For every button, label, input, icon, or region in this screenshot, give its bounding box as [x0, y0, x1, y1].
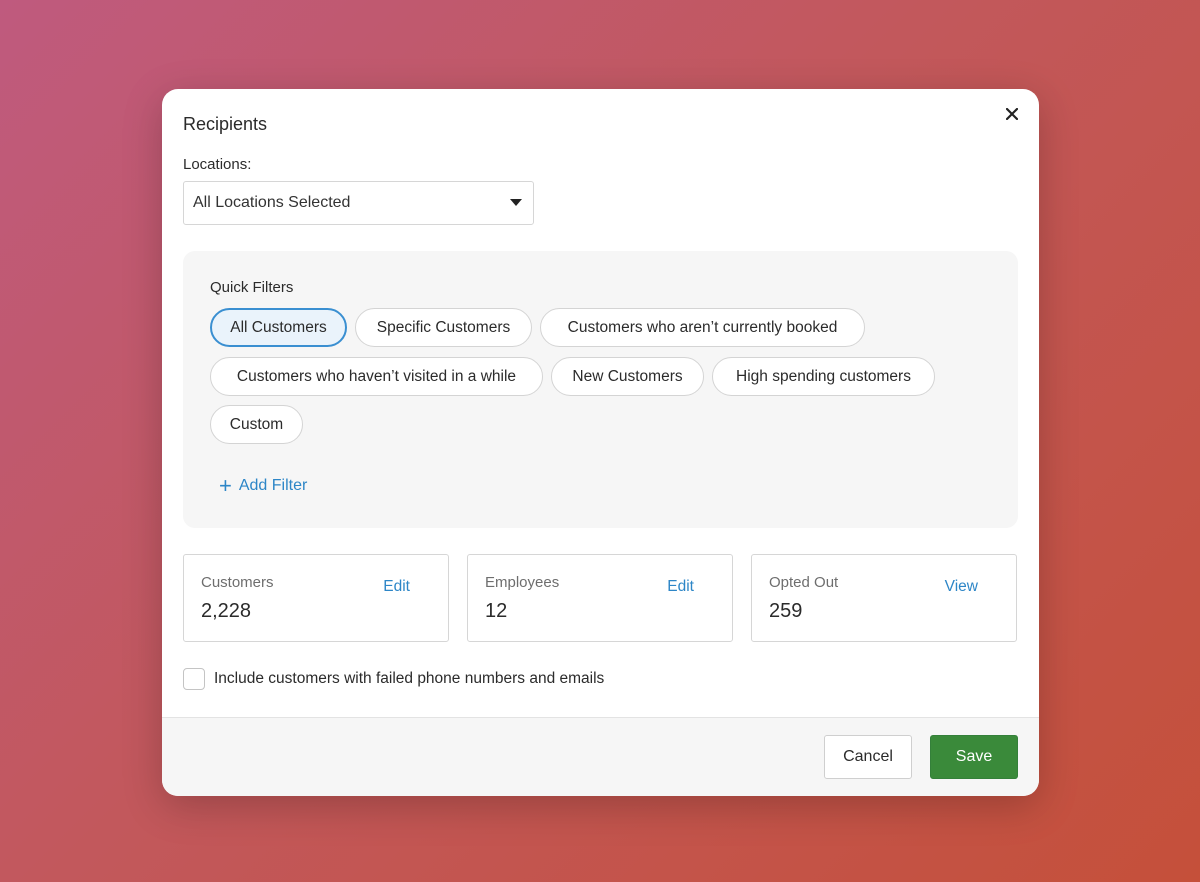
include-failed-checkbox[interactable]	[183, 668, 205, 690]
locations-label: Locations:	[183, 156, 252, 173]
stat-label: Employees	[485, 574, 560, 591]
filter-chip-custom[interactable]: Custom	[210, 405, 303, 444]
chip-label: All Customers	[230, 318, 327, 336]
chip-label: Specific Customers	[376, 318, 511, 336]
quick-filters-title: Quick Filters	[210, 279, 294, 296]
chevron-down-icon	[510, 199, 522, 206]
stat-label: Opted Out	[769, 574, 839, 591]
chip-label: Customers who haven’t visited in a while	[236, 367, 517, 385]
include-failed-label: Include customers with failed phone numb…	[214, 670, 605, 687]
close-button[interactable]	[1001, 103, 1023, 125]
filter-chip-specific-customers[interactable]: Specific Customers	[355, 308, 532, 347]
chip-label: Customers who aren’t currently booked	[567, 318, 838, 336]
quick-filters-panel: Quick Filters All Customers Specific Cus…	[183, 251, 1018, 528]
add-filter-label: Add Filter	[238, 477, 308, 494]
modal-footer: Cancel Save	[162, 717, 1039, 796]
chip-label: High spending customers	[736, 367, 911, 385]
filter-chip-not-currently-booked[interactable]: Customers who aren’t currently booked	[540, 308, 865, 347]
filter-chip-new-customers[interactable]: New Customers	[551, 357, 704, 396]
cancel-button[interactable]: Cancel	[824, 735, 912, 779]
stat-card-employees: Employees 12 Edit	[467, 554, 733, 642]
chip-label: New Customers	[572, 367, 683, 385]
stat-value: 2,228	[201, 600, 252, 622]
close-icon	[1006, 108, 1018, 120]
filter-chip-all-customers[interactable]: All Customers	[210, 308, 347, 347]
recipients-modal: Recipients Locations: All Locations Sele…	[162, 89, 1039, 796]
modal-title: Recipients	[183, 114, 268, 134]
save-button[interactable]: Save	[930, 735, 1018, 779]
stat-card-opted-out: Opted Out 259 View	[751, 554, 1017, 642]
stat-value: 259	[769, 600, 803, 622]
stat-card-customers: Customers 2,228 Edit	[183, 554, 449, 642]
locations-dropdown[interactable]: All Locations Selected	[183, 181, 534, 225]
chip-label: Custom	[229, 415, 284, 433]
stat-label: Customers	[201, 574, 274, 591]
view-opted-out-link[interactable]: View	[945, 578, 978, 596]
edit-employees-link[interactable]: Edit	[667, 578, 694, 596]
filter-chip-high-spending[interactable]: High spending customers	[712, 357, 935, 396]
plus-icon: +	[219, 473, 232, 498]
filter-chip-not-visited-while[interactable]: Customers who haven’t visited in a while	[210, 357, 543, 396]
add-filter-button[interactable]: + Add Filter	[219, 475, 307, 497]
edit-customers-link[interactable]: Edit	[383, 578, 410, 596]
include-failed-row: Include customers with failed phone numb…	[183, 668, 604, 690]
locations-selected-value: All Locations Selected	[193, 194, 351, 211]
stat-value: 12	[485, 600, 508, 622]
